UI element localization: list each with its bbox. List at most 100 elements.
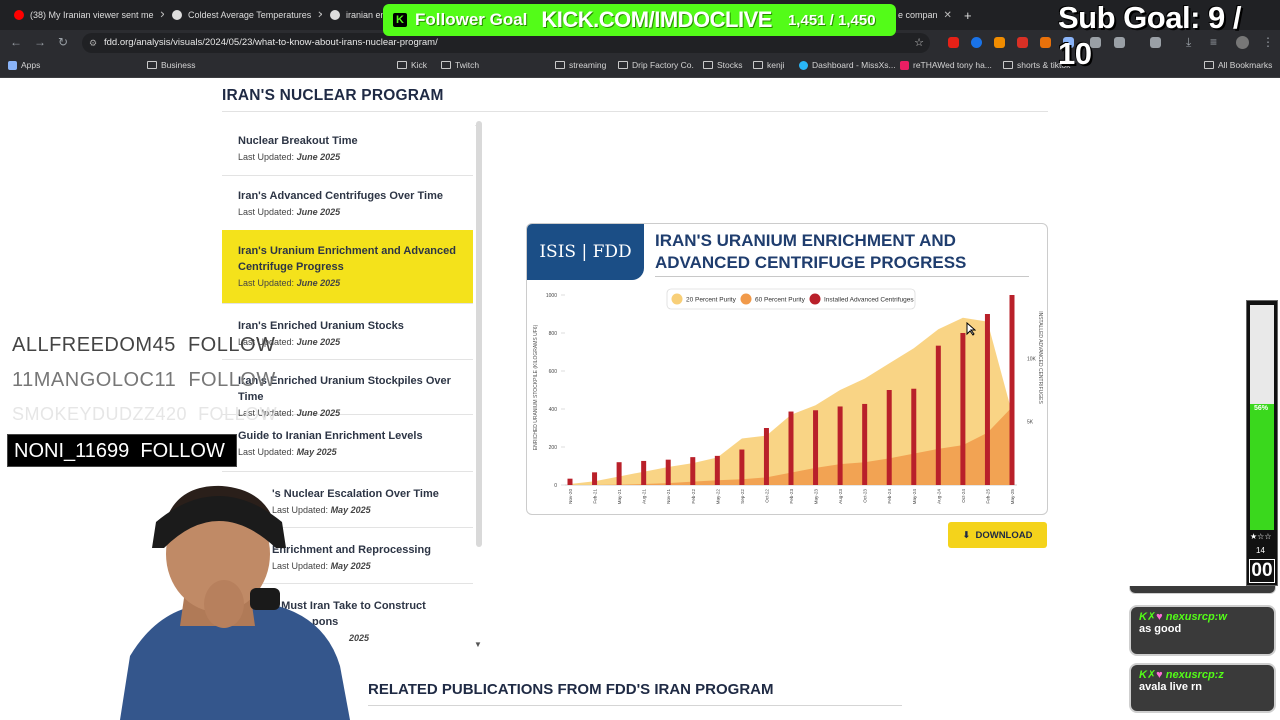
folder-icon — [1003, 61, 1013, 69]
list-item-title: Iran's Enriched Uranium Stocks — [238, 320, 404, 332]
list-item-nuclear-breakout[interactable]: Nuclear Breakout Time Last Updated: June… — [222, 121, 473, 176]
web-icon — [172, 10, 182, 20]
list-scrollbar[interactable] — [476, 121, 482, 547]
centrifuge-bar — [690, 457, 696, 485]
tab-iranian[interactable]: iranian en — [330, 4, 386, 26]
extension-icon[interactable] — [948, 37, 959, 48]
legend-label: 60 Percent Purity — [755, 297, 806, 304]
url-bar[interactable]: ⚙ fdd.org/analysis/visuals/2024/05/23/wh… — [82, 33, 930, 53]
list-item-enrichment-progress-selected[interactable]: Iran's Uranium Enrichment and Advanced C… — [222, 230, 473, 304]
x-tick-label: Aug-23 — [838, 489, 843, 504]
meter-percent: 56% — [1254, 405, 1269, 412]
bookmark-twitch[interactable]: Twitch — [441, 60, 479, 70]
bookmark-star-icon[interactable]: ☆ — [914, 33, 924, 53]
centrifuge-bar — [567, 478, 573, 485]
back-icon[interactable]: ← — [10, 35, 22, 49]
close-tab-icon[interactable]: ✕ — [944, 10, 952, 21]
chat-user: K✗♥ nexusrcp:z — [1139, 669, 1224, 681]
legend-swatch — [809, 293, 821, 305]
bookmark-business[interactable]: Business — [147, 60, 196, 70]
folder-icon — [753, 61, 763, 69]
tab-company[interactable]: e compan ✕ — [898, 4, 958, 26]
x-tick-label: Oct-23 — [863, 489, 868, 503]
download-button[interactable]: ⬇ DOWNLOAD — [948, 522, 1047, 548]
extension-icon[interactable] — [1017, 37, 1028, 48]
download-label: DOWNLOAD — [975, 529, 1033, 541]
isis-fdd-logo: ISIS | FDD — [527, 224, 644, 280]
list-item-centrifuges[interactable]: Iran's Advanced Centrifuges Over Time La… — [222, 176, 473, 231]
folder-icon — [147, 61, 157, 69]
bookmark-icon — [799, 60, 808, 70]
close-tab-icon[interactable]: ✕ — [317, 10, 322, 21]
y-tick-label: 400 — [549, 407, 558, 413]
webcam-feed — [120, 485, 350, 720]
x-tick-label: Feb-22 — [691, 489, 696, 504]
youtube-icon — [14, 10, 24, 20]
x-tick-label: Sep-22 — [740, 489, 745, 504]
chart-plot: 0 200 400 600 800 1000 5K 10K ENRICHED URANIUM S… — [533, 288, 1043, 505]
chart-title: IRAN'S URANIUM ENRICHMENT AND ADVANCED C… — [655, 231, 967, 272]
x-tick-label: Nov-20 — [568, 489, 573, 504]
centrifuge-bar — [641, 460, 647, 485]
follower-name: ALLFREEDOM45 — [12, 334, 176, 356]
x-tick-label: May-21 — [617, 489, 622, 505]
bookmark-kick[interactable]: Kick — [397, 60, 427, 70]
bookmark-kenji[interactable]: kenji — [753, 60, 784, 70]
x-tick-label: May-24 — [912, 489, 917, 505]
kick-badge-icon: K✗ — [1139, 611, 1157, 623]
reload-icon[interactable]: ↻ — [58, 35, 68, 49]
scroll-down-icon[interactable]: ▼ — [474, 640, 482, 649]
tab-youtube[interactable]: (38) My Iranian viewer sent me ✕ — [14, 4, 164, 26]
centrifuge-bar — [788, 411, 794, 485]
web-icon — [330, 10, 340, 20]
tab-temperatures[interactable]: Coldest Average Temperatures ✕ — [172, 4, 322, 26]
follow-label: FOLLOW — [140, 440, 225, 462]
centrifuge-bar — [862, 403, 868, 485]
bookmark-label: reTHAWed tony ha... — [913, 60, 992, 70]
centrifuge-bar — [739, 449, 745, 485]
x-tick-label: Feb-21 — [593, 489, 598, 504]
site-info-icon[interactable]: ⚙ — [89, 33, 97, 53]
centrifuge-bar — [960, 333, 966, 485]
bookmark-dashboard[interactable]: Dashboard - MissXs... — [799, 60, 896, 70]
x-tick-label: May-23 — [814, 489, 819, 505]
centrifuge-bar — [714, 455, 720, 485]
bookmark-label: Stocks — [717, 60, 743, 70]
centrifuge-bar — [984, 314, 990, 485]
centrifuge-bar — [665, 459, 671, 485]
kick-badge-icon: K✗ — [1139, 669, 1157, 681]
bookmark-label: Dashboard - MissXs... — [812, 60, 896, 70]
folder-icon — [397, 61, 407, 69]
chat-text: avala live rn — [1139, 681, 1202, 693]
list-item-title: Guide to Iranian Enrichment Levels — [238, 430, 423, 442]
new-tab-button[interactable]: + — [964, 4, 972, 26]
y-tick-label: 600 — [549, 369, 558, 375]
list-item-title: Nuclear Breakout Time — [238, 135, 358, 147]
extension-icon[interactable] — [971, 37, 982, 48]
bookmark-icon — [900, 60, 909, 70]
bookmark-label: kenji — [767, 60, 785, 70]
close-tab-icon[interactable]: ✕ — [160, 10, 164, 21]
y-tick-label: 200 — [549, 445, 558, 451]
bookmark-rethawed[interactable]: reTHAWed tony ha... — [900, 60, 992, 70]
centrifuge-bar — [592, 472, 598, 485]
follow-alert: 11MANGOLOC11 FOLLOW — [12, 369, 276, 392]
mouse-cursor-icon — [966, 322, 976, 336]
bookmark-streaming[interactable]: streaming — [555, 60, 606, 70]
extension-icon[interactable] — [994, 37, 1005, 48]
forward-icon[interactable]: → — [34, 35, 46, 49]
y-tick-label: 800 — [549, 331, 558, 337]
extension-icon[interactable] — [1040, 37, 1051, 48]
bookmark-stocks[interactable]: Stocks — [703, 60, 743, 70]
follower-count: 1,451 / 1,450 — [787, 11, 876, 29]
bookmark-label: Kick — [411, 60, 428, 70]
bookmark-label: Drip Factory Co. — [632, 60, 694, 70]
bookmark-apps[interactable]: Apps — [8, 60, 40, 70]
legend-swatch — [740, 293, 752, 305]
follower-goal-label: Follower Goal — [415, 10, 528, 29]
follow-label: FOLLOW — [188, 369, 276, 391]
x-tick-label: Oct-22 — [764, 489, 769, 503]
bookmark-drip-factory[interactable]: Drip Factory Co. — [618, 60, 694, 70]
follow-label: FOLLOW — [198, 404, 278, 424]
apps-grid-icon — [8, 60, 17, 70]
